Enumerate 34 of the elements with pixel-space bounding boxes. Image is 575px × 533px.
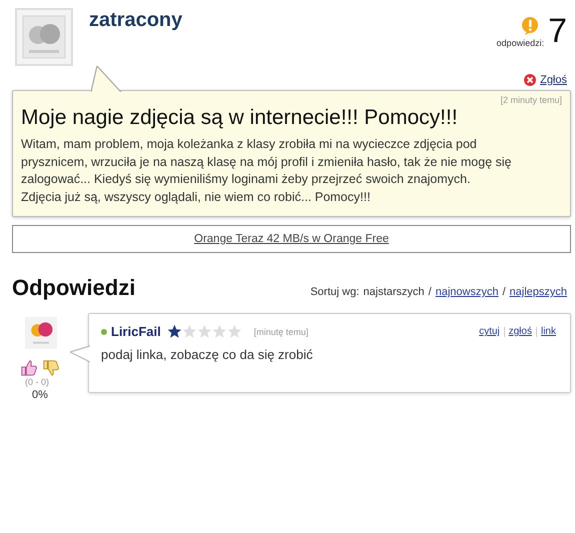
close-icon xyxy=(524,74,536,86)
question-time: [2 minuty temu] xyxy=(499,95,562,105)
sort-option[interactable]: najnowszych xyxy=(435,286,498,298)
separator: / xyxy=(502,286,506,298)
answer-time: [minutę temu] xyxy=(254,326,308,336)
ad-link[interactable]: Orange Teraz 42 MB/s w Orange Free xyxy=(194,233,389,245)
star-icon xyxy=(182,324,197,339)
sort-option[interactable]: najstarszych xyxy=(363,286,424,298)
star-icon xyxy=(166,324,182,339)
thumbs-up-icon[interactable] xyxy=(20,359,38,377)
thumbs-down-icon[interactable] xyxy=(42,359,60,377)
answers-label: odpowiedzi: xyxy=(496,38,544,48)
answers-count: 7 xyxy=(548,14,567,48)
star-icon xyxy=(212,324,227,339)
separator: / xyxy=(428,286,432,298)
star-icon xyxy=(226,324,242,339)
action-link[interactable]: cytuj xyxy=(479,326,500,337)
report-link[interactable]: Zgłoś xyxy=(524,74,567,86)
action-link[interactable]: link xyxy=(540,326,556,337)
username[interactable]: zatracony xyxy=(89,9,182,32)
vote-percent: 0% xyxy=(32,389,48,401)
answer-text: podaj linka, zobaczę co da się zrobić xyxy=(101,347,314,362)
question-body: Witam, mam problem, moja koleżanka z klasy zrobiła mi na wycieczce zdjęcia pod prysznicem, wrzuciła je na naszą klasę na mój profil i zmieniła hasło, tak że nie mogę się zalogować... Kiedyś się wymieniliśmy loginami żeby przejrzeć swoich znajomych. Zdjęcia już są, wszyscy oglądali, nie wiem co robić... Pomocy!!! xyxy=(21,136,512,206)
action-link[interactable]: zgłoś xyxy=(508,326,532,337)
question-title: Moje nagie zdjęcia są w internecie!!! Pomocy!!! xyxy=(21,106,459,130)
vote-count: (0 - 0) xyxy=(25,377,50,387)
section-title: Odpowiedzi xyxy=(12,275,136,301)
star-icon xyxy=(196,324,212,339)
username[interactable]: LiricFail xyxy=(111,324,161,339)
sort-option[interactable]: najlepszych xyxy=(510,286,567,298)
sort-label: Sortuj wg: xyxy=(310,286,360,298)
avatar-icon xyxy=(25,317,57,349)
question-bubble-icon xyxy=(520,16,540,36)
avatar-icon xyxy=(15,8,73,66)
